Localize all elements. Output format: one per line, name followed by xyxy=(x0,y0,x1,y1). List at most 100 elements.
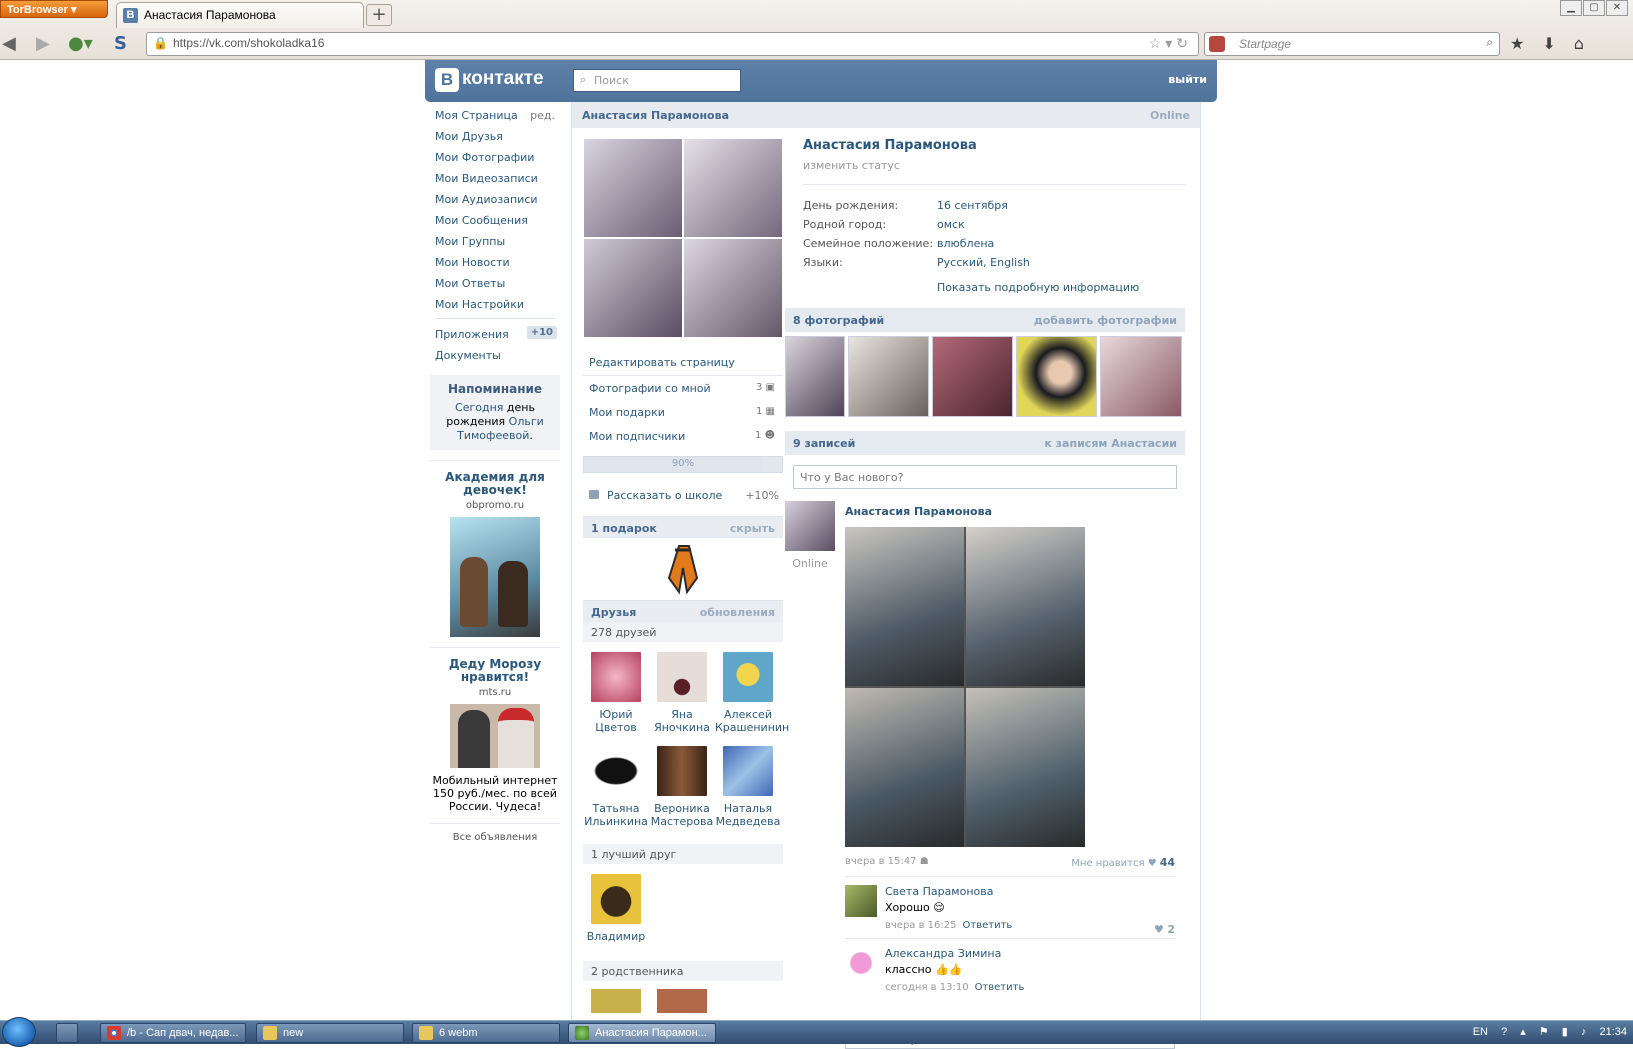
photo-thumbnail[interactable] xyxy=(1016,336,1097,417)
friend-avatar[interactable] xyxy=(657,746,707,796)
new-tab-button[interactable]: + xyxy=(366,4,392,26)
search-bar[interactable]: Startpage ⌕ xyxy=(1204,32,1500,56)
menu-item-my-page[interactable]: Моя Страница ред. xyxy=(425,104,565,125)
edit-page-link[interactable]: Редактировать страницу xyxy=(583,350,783,376)
relatives-header[interactable]: 2 родственника xyxy=(583,961,783,981)
ad-title[interactable]: Деду Морозу нравится! xyxy=(430,658,560,684)
menu-item-messages[interactable]: Мои Сообщения xyxy=(425,209,565,230)
ad-image[interactable] xyxy=(450,517,540,637)
vk-search-input[interactable]: ⌕ Поиск xyxy=(573,69,741,92)
menu-item-answers[interactable]: Мои Ответы xyxy=(425,272,565,293)
network-icon[interactable]: ▮ xyxy=(1562,1026,1568,1038)
comment-author[interactable]: Александра Зимина xyxy=(885,947,1175,960)
reply-link[interactable]: Ответить xyxy=(975,982,1025,993)
start-button[interactable] xyxy=(2,1017,36,1047)
menu-item-settings[interactable]: Мои Настройки xyxy=(425,293,565,314)
friend-avatar[interactable] xyxy=(657,652,707,702)
gift-ribbon-icon[interactable] xyxy=(583,538,783,600)
friend-card[interactable]: Владимир xyxy=(583,874,649,943)
tray-expand-icon[interactable]: ▴ xyxy=(1520,1026,1526,1038)
friend-avatar[interactable] xyxy=(591,874,641,924)
taskbar-item-folder-webm[interactable]: 6 webm xyxy=(412,1023,560,1043)
relative-avatar[interactable] xyxy=(657,989,707,1013)
friends-updates-link[interactable]: обновления xyxy=(700,606,775,619)
friends-count[interactable]: 278 друзей xyxy=(583,622,783,642)
bookmark-star-icon[interactable]: ☆▾↻ xyxy=(1149,35,1192,52)
photo-thumbnail[interactable] xyxy=(1100,336,1182,417)
ad-block[interactable]: Деду Морозу нравится! mts.ru Мобильный и… xyxy=(430,647,560,813)
comment-avatar[interactable] xyxy=(845,947,877,979)
url-bar[interactable]: 🔒 https://vk.com/shokoladka16 ☆▾↻ xyxy=(146,32,1199,56)
maximize-icon[interactable]: ▢ xyxy=(1583,0,1605,16)
show-details-link[interactable]: Показать подробную информацию xyxy=(937,281,1185,294)
wall-post-input[interactable]: Что у Вас нового? xyxy=(793,465,1177,489)
friend-card[interactable]: Алексей Крашенинин xyxy=(715,652,789,734)
minimize-icon[interactable]: ▁ xyxy=(1560,0,1582,16)
menu-item-audio[interactable]: Мои Аудиозаписи xyxy=(425,188,565,209)
tell-about-school-link[interactable]: Рассказать о школе +10% xyxy=(583,483,783,508)
profile-avatar[interactable] xyxy=(583,138,783,338)
ad-block[interactable]: Академия для девочек! obpromo.ru xyxy=(430,460,560,637)
change-status-link[interactable]: изменить статус xyxy=(803,159,1185,185)
friend-card[interactable]: Яна Яночкина xyxy=(649,652,715,734)
gifts-title[interactable]: 1 подарок xyxy=(591,522,657,535)
like-button[interactable]: Мне нравится ♥ 44 xyxy=(1071,856,1175,869)
vk-logo[interactable]: Вконтакте xyxy=(435,68,544,92)
search-engine-icon[interactable] xyxy=(1209,36,1225,52)
forward-icon[interactable]: ▶ xyxy=(36,32,50,56)
help-icon[interactable]: ? xyxy=(1501,1026,1507,1038)
relative-avatar[interactable] xyxy=(591,989,641,1013)
menu-item-apps[interactable]: Приложения +10 xyxy=(425,323,565,344)
profile-completeness-bar[interactable]: 90% xyxy=(583,456,783,473)
bookmarks-icon[interactable]: ★ xyxy=(1510,34,1542,53)
post-author-name[interactable]: Анастасия Парамонова xyxy=(845,505,992,518)
friend-card[interactable]: Юрий Цветов xyxy=(583,652,649,734)
volume-icon[interactable]: ♪ xyxy=(1581,1026,1587,1038)
friend-avatar[interactable] xyxy=(591,652,641,702)
menu-item-documents[interactable]: Документы xyxy=(425,344,565,365)
friend-card[interactable]: Вероника Мастерова xyxy=(649,746,715,828)
menu-item-photos[interactable]: Мои Фотографии xyxy=(425,146,565,167)
best-friend-header[interactable]: 1 лучший друг xyxy=(583,844,783,864)
my-followers-link[interactable]: Мои подписчики 1 ☻ xyxy=(583,424,783,448)
menu-item-news[interactable]: Мои Новости xyxy=(425,251,565,272)
ad-title[interactable]: Академия для девочек! xyxy=(430,471,560,497)
photo-thumbnail[interactable] xyxy=(848,336,929,417)
keyboard-icon[interactable] xyxy=(56,1023,78,1043)
browser-tab-active[interactable]: B Анастасия Парамонова xyxy=(116,2,364,28)
logout-link[interactable]: выйти xyxy=(1168,73,1207,86)
friend-avatar[interactable] xyxy=(723,746,773,796)
friend-card[interactable]: Татьяна Ильинкина xyxy=(583,746,649,828)
language-indicator[interactable]: EN xyxy=(1473,1026,1488,1038)
photos-count[interactable]: 8 фотографий xyxy=(793,314,884,327)
hide-gifts-link[interactable]: скрыть xyxy=(730,522,775,535)
tor-onion-icon[interactable]: ●▾ xyxy=(68,32,93,56)
menu-item-videos[interactable]: Мои Видеозаписи xyxy=(425,167,565,188)
menu-item-friends[interactable]: Мои Друзья xyxy=(425,125,565,146)
home-icon[interactable]: ⌂ xyxy=(1574,34,1602,53)
friend-avatar[interactable] xyxy=(723,652,773,702)
to-posts-link[interactable]: к записям Анастасии xyxy=(1044,437,1177,450)
search-icon[interactable]: ⌕ xyxy=(1486,35,1493,50)
post-author-avatar[interactable] xyxy=(785,501,835,551)
photo-thumbnail[interactable] xyxy=(785,336,845,417)
tor-browser-button[interactable]: TorBrowser ▾ xyxy=(0,0,108,18)
menu-item-groups[interactable]: Мои Группы xyxy=(425,230,565,251)
noscript-icon[interactable]: S xyxy=(114,32,127,56)
download-icon[interactable]: ⬇ xyxy=(1542,34,1573,53)
photo-thumbnail[interactable] xyxy=(932,336,1013,417)
my-gifts-link[interactable]: Мои подарки 1 ▦ xyxy=(583,400,783,424)
photos-with-me-link[interactable]: Фотографии со мной 3 ▣ xyxy=(583,376,783,400)
post-photo[interactable] xyxy=(845,527,1085,847)
flag-icon[interactable]: ⚑ xyxy=(1539,1026,1549,1038)
comment-author[interactable]: Света Парамонова xyxy=(885,885,1175,898)
comment-avatar[interactable] xyxy=(845,885,877,917)
comment-like[interactable]: ♥ 2 xyxy=(1154,923,1175,936)
friends-title[interactable]: Друзья xyxy=(591,606,636,619)
taskbar-item-chrome[interactable]: /b - Сап двач, недав... xyxy=(100,1023,246,1043)
all-ads-link[interactable]: Все объявления xyxy=(430,823,560,843)
taskbar-item-browser[interactable]: Анастасия Парамон... xyxy=(568,1023,716,1043)
friend-avatar[interactable] xyxy=(591,746,641,796)
back-icon[interactable]: ◀ xyxy=(2,32,16,56)
close-icon[interactable]: ✕ xyxy=(1606,0,1628,16)
